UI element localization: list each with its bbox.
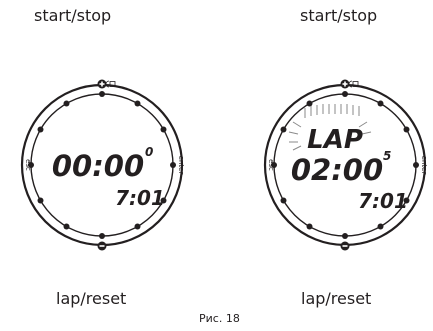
lap-reset-label-right: lap/reset	[301, 289, 372, 308]
sub-time-display: 7:01	[115, 186, 165, 210]
plus-button-icon[interactable]	[340, 79, 350, 89]
sub-time-display: 7:01	[358, 189, 408, 213]
main-time-superscript: 5	[383, 149, 391, 163]
watch-right: esc enter LAP 02:00 5 7:01	[263, 79, 428, 251]
main-time-display: 00:00	[52, 149, 144, 183]
start-stop-label-right: start/stop	[300, 6, 378, 25]
minus-button-icon[interactable]	[97, 241, 107, 251]
esc-label: esc	[267, 159, 275, 171]
start-stop-label-left: start/stop	[34, 6, 112, 25]
enter-label: enter	[420, 156, 428, 175]
lap-reset-label-left: lap/reset	[56, 289, 127, 308]
esc-label: esc	[24, 159, 32, 171]
main-time-superscript: 0	[145, 145, 153, 159]
plus-button-icon[interactable]	[97, 79, 107, 89]
lap-indicator: LAP	[307, 125, 363, 155]
figure-caption: Рис. 18	[199, 312, 240, 325]
minus-button-icon[interactable]	[340, 241, 350, 251]
enter-label: enter	[177, 156, 185, 175]
watch-left: esc enter 00:00 0 7:01	[20, 79, 185, 251]
main-time-display: 02:00	[291, 153, 383, 187]
